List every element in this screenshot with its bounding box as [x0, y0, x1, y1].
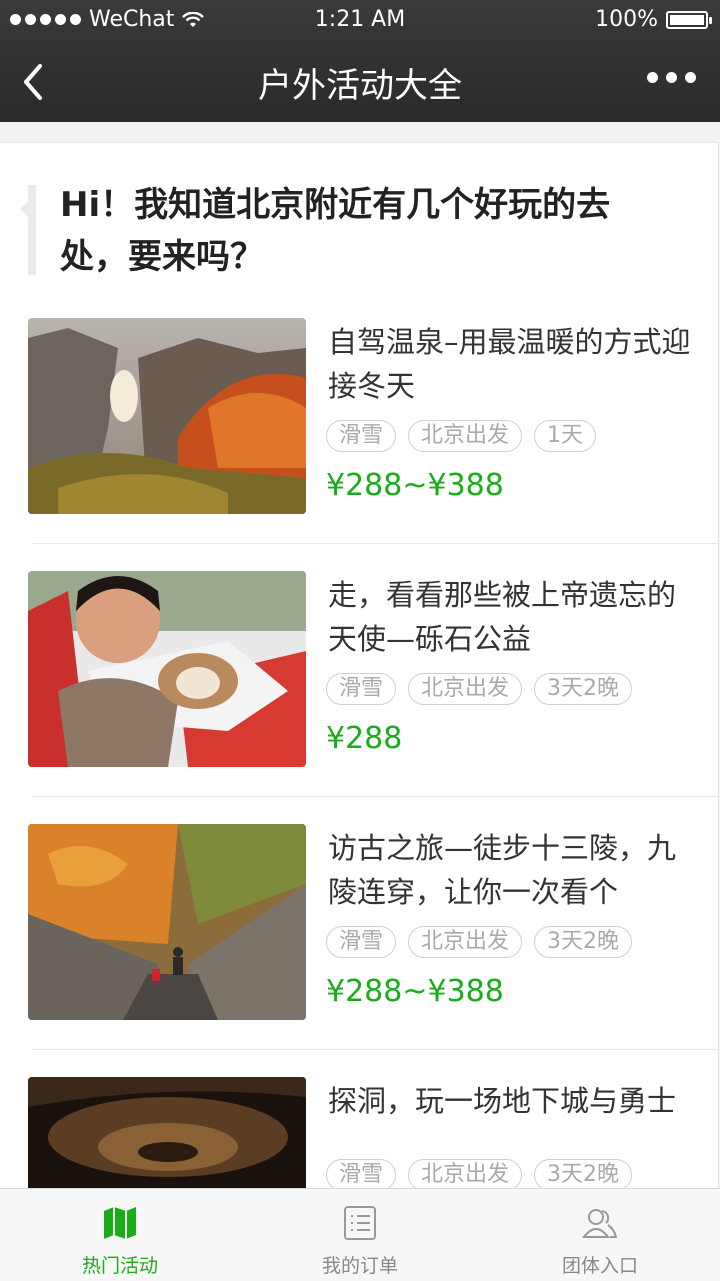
tag: 滑雪 [326, 926, 397, 958]
tag-list: 滑雪 北京出发 3天2晚 [326, 926, 633, 958]
list-item[interactable]: 自驾温泉–用最温暖的方式迎接冬天 滑雪 北京出发 1天 ¥288~¥388 [28, 318, 718, 568]
tag: 3天2晚 [534, 926, 633, 958]
tab-group-entry[interactable]: 团体入口 [480, 1189, 720, 1281]
activity-photo-cave [28, 1077, 306, 1189]
tag: 滑雪 [326, 673, 397, 705]
price: ¥288 [326, 721, 403, 756]
item-title: 探洞，玩一场地下城与勇士 [328, 1084, 677, 1118]
more-dots-icon[interactable] [647, 72, 696, 83]
tag-list: 滑雪 北京出发 3天2晚 [326, 673, 633, 705]
greeting-text: Hi！我知道北京附近有几个好玩的去处，要来吗？ [60, 185, 611, 277]
page-title: 户外活动大全 [258, 66, 462, 106]
battery-icon [666, 10, 712, 29]
tab-label: 热门活动 [81, 1255, 158, 1277]
group-icon [582, 1209, 618, 1238]
tag-list: 滑雪 北京出发 1天 [326, 420, 597, 452]
top-bar: WeChat 1:21 AM 100% 户外活动大全 [0, 0, 720, 122]
tag: 北京出发 [408, 673, 523, 705]
list-item[interactable]: 访古之旅—徒步十三陵，九陵连穿，让你一次看个 滑雪 北京出发 3天2晚 ¥288… [28, 824, 718, 1074]
map-icon [104, 1207, 136, 1239]
navigation-bar: 户外活动大全 [0, 40, 720, 122]
tab-my-orders[interactable]: 我的订单 [240, 1189, 480, 1281]
divider [32, 796, 718, 797]
tag: 北京出发 [408, 926, 523, 958]
list-icon [344, 1206, 376, 1240]
tag: 滑雪 [326, 1159, 397, 1189]
divider [32, 1049, 718, 1050]
tab-bar: 热门活动 我的订单 团体入口 [0, 1188, 720, 1281]
tab-label: 我的订单 [321, 1255, 398, 1277]
status-bar: WeChat 1:21 AM 100% [0, 0, 720, 40]
activity-photo-great-wall [28, 824, 306, 1020]
item-title: 自驾温泉–用最温暖的方式迎接冬天 [328, 325, 691, 403]
tag-list: 滑雪 北京出发 3天2晚 [326, 1159, 633, 1189]
tag: 北京出发 [408, 1159, 523, 1189]
item-title: 访古之旅—徒步十三陵，九陵连穿，让你一次看个 [328, 831, 677, 909]
activity-photo-autumn-mountain [28, 318, 306, 514]
price: ¥288~¥388 [326, 974, 504, 1009]
item-title: 走，看看那些被上帝遗忘的天使—砾石公益 [328, 578, 677, 656]
tag: 滑雪 [326, 420, 397, 452]
tag: 3天2晚 [534, 1159, 633, 1189]
tag: 3天2晚 [534, 673, 633, 705]
divider [32, 543, 718, 544]
list-item[interactable]: 探洞，玩一场地下城与勇士 滑雪 北京出发 3天2晚 [28, 1077, 718, 1189]
price: ¥288~¥388 [326, 468, 504, 503]
activity-card: Hi！我知道北京附近有几个好玩的去处，要来吗？ 自驾温泉–用最温暖的方式迎接冬天… [0, 142, 719, 1189]
tab-hot-activities[interactable]: 热门活动 [0, 1189, 240, 1281]
tag: 1天 [534, 420, 597, 452]
quote-bar [20, 185, 36, 275]
battery-percent: 100% [595, 7, 658, 32]
tab-label: 团体入口 [561, 1255, 638, 1277]
activity-photo-child-dog [28, 571, 306, 767]
tag: 北京出发 [408, 420, 523, 452]
list-item[interactable]: 走，看看那些被上帝遗忘的天使—砾石公益 滑雪 北京出发 3天2晚 ¥288 [28, 571, 718, 821]
